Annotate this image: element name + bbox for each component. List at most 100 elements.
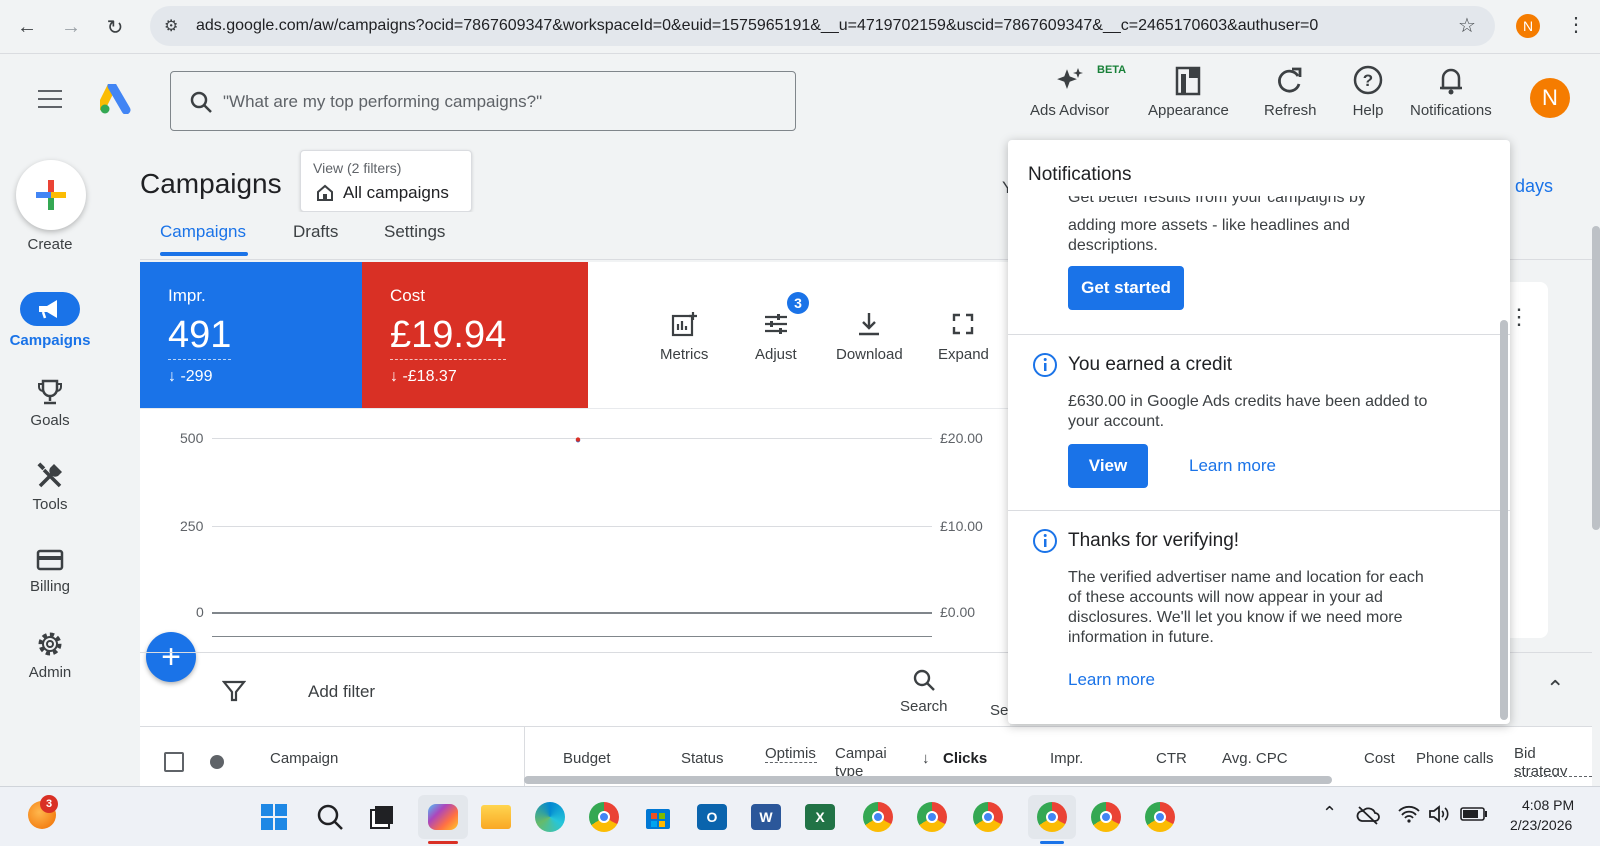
refresh-label: Refresh xyxy=(1264,102,1317,119)
chrome-profile-icon[interactable] xyxy=(860,799,896,835)
expand-button[interactable]: Expand xyxy=(938,310,989,363)
sidebar-item-goals[interactable]: Goals xyxy=(0,378,100,429)
kpi-card-cost[interactable]: Cost £19.94 ↓ -£18.37 xyxy=(362,262,588,408)
clock-date[interactable]: 2/23/2026 xyxy=(1510,817,1572,833)
get-started-button[interactable]: Get started xyxy=(1068,266,1184,310)
y-tick-right: £10.00 xyxy=(940,518,983,534)
search-placeholder: "What are my top performing campaigns?" xyxy=(223,92,543,111)
column-header-campaign[interactable]: Campaign xyxy=(270,750,338,767)
beta-badge: BETA xyxy=(1097,64,1127,76)
expand-icon xyxy=(953,313,974,335)
chevron-up-icon[interactable]: ⌃ xyxy=(1546,676,1564,702)
view-credit-button[interactable]: View xyxy=(1068,444,1148,488)
column-header-budget[interactable]: Budget xyxy=(563,750,611,767)
view-selector[interactable]: View (2 filters) All campaigns xyxy=(300,150,472,212)
help-icon: ? xyxy=(1353,65,1383,95)
outlook-icon[interactable]: O xyxy=(694,799,730,835)
sidebar-item-campaigns[interactable]: Campaigns xyxy=(0,292,100,349)
column-header-clicks[interactable]: Clicks xyxy=(943,750,987,767)
search-table-button[interactable]: Search xyxy=(900,668,948,715)
sidebar-item-admin[interactable]: Admin xyxy=(0,630,100,681)
chevron-up-icon[interactable]: ⌃ xyxy=(1322,803,1337,824)
performance-chart: 500 250 0 £20.00 £10.00 £0.00 xyxy=(140,418,990,648)
download-button[interactable]: Download xyxy=(836,310,903,363)
google-ads-logo[interactable] xyxy=(100,84,134,114)
page-title: Campaigns xyxy=(140,168,282,199)
column-header-phone-calls[interactable]: Phone calls xyxy=(1416,750,1494,767)
profile-avatar[interactable]: N xyxy=(1516,14,1540,38)
taskbar-search-icon[interactable] xyxy=(312,799,348,835)
column-header-optimization[interactable]: Optimis xyxy=(765,745,817,763)
credit-card-icon xyxy=(36,549,64,571)
column-header-impr[interactable]: Impr. xyxy=(1050,750,1083,767)
column-header-avg-cpc[interactable]: Avg. CPC xyxy=(1222,750,1288,767)
more-options-icon[interactable]: ⋮ xyxy=(1508,304,1530,330)
task-view-icon[interactable] xyxy=(364,799,400,835)
sidebar-item-tools[interactable]: Tools xyxy=(0,462,100,513)
create-button[interactable] xyxy=(16,160,86,230)
account-avatar[interactable]: N xyxy=(1530,78,1570,118)
add-campaign-fab[interactable]: + xyxy=(146,632,196,682)
browser-menu-icon[interactable]: ⋮ xyxy=(1566,12,1586,37)
forward-icon[interactable]: → xyxy=(56,12,86,42)
adjust-button[interactable]: Adjust xyxy=(755,310,797,363)
y-tick-right: £0.00 xyxy=(940,604,976,620)
address-bar[interactable]: ⚙ ads.google.com/aw/campaigns?ocid=78676… xyxy=(150,6,1495,46)
back-icon[interactable]: ← xyxy=(12,12,42,42)
filter-icon[interactable] xyxy=(222,680,246,702)
learn-more-link[interactable]: Learn more xyxy=(1189,456,1276,476)
select-all-checkbox[interactable] xyxy=(164,752,184,772)
excel-icon[interactable]: X xyxy=(802,799,838,835)
ms-store-icon[interactable] xyxy=(640,799,676,835)
panel-scrollbar[interactable] xyxy=(1500,320,1508,720)
tab-drafts[interactable]: Drafts xyxy=(293,222,338,242)
adjust-label: Adjust xyxy=(755,346,797,363)
search-input[interactable]: "What are my top performing campaigns?" xyxy=(170,71,796,131)
chrome-icon[interactable] xyxy=(586,799,622,835)
metrics-button[interactable]: Metrics xyxy=(660,310,708,363)
notifications-button[interactable]: Notifications xyxy=(1410,64,1492,119)
sidebar-item-billing[interactable]: Billing xyxy=(0,548,100,595)
site-settings-icon[interactable]: ⚙ xyxy=(164,16,178,36)
kpi-card-impressions[interactable]: Impr. 491 ↓ -299 xyxy=(140,262,362,408)
chrome-profile-icon[interactable] xyxy=(1142,799,1178,835)
notification-text: adding more assets - like headlines and … xyxy=(1068,217,1350,254)
column-header-cost[interactable]: Cost xyxy=(1364,750,1395,767)
tab-campaigns[interactable]: Campaigns xyxy=(160,222,246,242)
segment-button-partial[interactable]: Se xyxy=(990,702,1008,719)
reload-icon[interactable]: ↻ xyxy=(100,12,130,42)
add-filter-button[interactable]: Add filter xyxy=(308,682,375,702)
bookmark-star-icon[interactable]: ☆ xyxy=(1458,13,1476,38)
battery-icon[interactable] xyxy=(1460,807,1488,821)
help-button[interactable]: ? Help xyxy=(1352,64,1384,119)
word-icon[interactable]: W xyxy=(748,799,784,835)
clock-time[interactable]: 4:08 PM xyxy=(1522,797,1574,813)
kpi-value: £19.94 xyxy=(390,314,507,360)
learn-more-link[interactable]: Learn more xyxy=(1068,670,1155,690)
column-header-campaign-type[interactable]: Campai type xyxy=(835,745,887,777)
chrome-profile-icon-active[interactable] xyxy=(1028,795,1076,839)
column-header-status[interactable]: Status xyxy=(681,750,724,767)
metrics-label: Metrics xyxy=(660,346,709,363)
refresh-button[interactable]: Refresh xyxy=(1264,64,1317,119)
cloud-off-icon[interactable] xyxy=(1356,805,1380,825)
cost-point[interactable] xyxy=(575,437,581,442)
wifi-icon[interactable] xyxy=(1398,805,1420,823)
chrome-profile-icon[interactable] xyxy=(970,799,1006,835)
hamburger-menu-icon[interactable] xyxy=(38,90,62,108)
copilot-icon[interactable] xyxy=(418,795,468,839)
appearance-button[interactable]: Appearance xyxy=(1148,64,1229,119)
page-scrollbar[interactable] xyxy=(1592,226,1600,530)
chrome-profile-icon[interactable] xyxy=(1088,799,1124,835)
tab-settings[interactable]: Settings xyxy=(384,222,445,242)
volume-icon[interactable] xyxy=(1428,805,1450,823)
column-header-ctr[interactable]: CTR xyxy=(1156,750,1187,767)
table-h-scrollbar[interactable] xyxy=(524,776,1332,784)
view-value: All campaigns xyxy=(343,183,449,202)
edge-browser-icon[interactable] xyxy=(532,799,568,835)
chrome-profile-icon[interactable] xyxy=(914,799,950,835)
column-header-bid-strategy[interactable]: Bid strategy type xyxy=(1514,745,1592,777)
windows-start-icon[interactable] xyxy=(256,799,292,835)
file-explorer-icon[interactable] xyxy=(478,799,514,835)
view-filter-label: View (2 filters) xyxy=(313,160,402,176)
